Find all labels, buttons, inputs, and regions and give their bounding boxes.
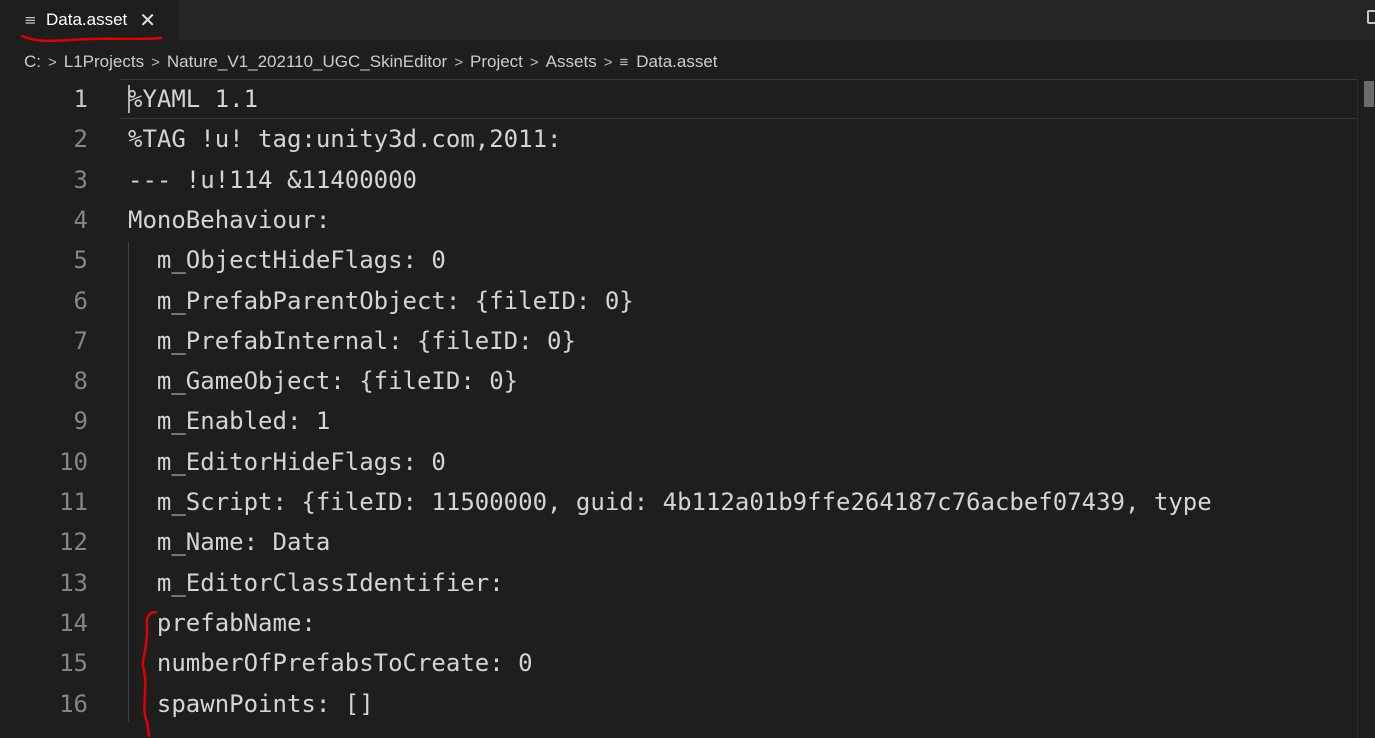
chevron-right-icon: > (529, 53, 539, 71)
lines-icon: ≡ (619, 53, 629, 71)
code-line[interactable]: 9 m_Enabled: 1 (0, 401, 1357, 441)
line-text: MonoBehaviour: (128, 205, 331, 234)
code-line[interactable]: 8 m_GameObject: {fileID: 0} (0, 361, 1357, 401)
line-text: m_EditorClassIdentifier: (128, 568, 504, 597)
line-text: numberOfPrefabsToCreate: 0 (128, 649, 533, 678)
code-line[interactable]: 1 %YAML 1.1 (0, 79, 1357, 119)
line-number: 16 (59, 689, 88, 718)
code-line[interactable]: 13 m_EditorClassIdentifier: (0, 563, 1357, 603)
line-number: 9 (73, 407, 88, 436)
chevron-right-icon: > (603, 53, 613, 71)
line-text: --- !u!114 &11400000 (128, 165, 417, 194)
line-number: 4 (73, 205, 88, 234)
line-number: 2 (73, 125, 88, 154)
line-text: prefabName: (128, 608, 316, 637)
breadcrumb-item-file[interactable]: Data.asset (636, 52, 717, 72)
line-text: m_Script: {fileID: 11500000, guid: 4b112… (128, 488, 1212, 516)
code-line[interactable]: 2 %TAG !u! tag:unity3d.com,2011: (0, 119, 1357, 159)
indent-guide (128, 242, 129, 722)
breadcrumb-item-nature[interactable]: Nature_V1_202110_UGC_SkinEditor (167, 52, 447, 72)
chevron-right-icon: > (151, 53, 160, 71)
code-line[interactable]: 10 m_EditorHideFlags: 0 (0, 442, 1357, 482)
line-number: 15 (59, 649, 88, 678)
line-text: m_Name: Data (128, 528, 331, 557)
line-text: m_PrefabInternal: {fileID: 0} (128, 326, 576, 355)
line-number: 7 (73, 326, 88, 355)
line-text: spawnPoints: [] (128, 689, 374, 718)
line-text: %YAML 1.1 (128, 85, 259, 113)
code-line[interactable]: 3 --- !u!114 &11400000 (0, 160, 1357, 200)
breadcrumb-item-assets[interactable]: Assets (546, 52, 597, 72)
chevron-right-icon: > (454, 53, 463, 71)
code-line[interactable]: 7 m_PrefabInternal: {fileID: 0} (0, 321, 1357, 361)
line-number: 5 (73, 246, 88, 275)
line-number: 10 (59, 447, 88, 476)
breadcrumb-item-l1projects[interactable]: L1Projects (64, 52, 144, 72)
code-line[interactable]: 12 m_Name: Data (0, 522, 1357, 562)
line-text: m_Enabled: 1 (128, 407, 331, 436)
close-icon[interactable]: ✕ (139, 10, 156, 30)
code-line[interactable]: 14 prefabName: (0, 603, 1357, 643)
line-number: 3 (73, 165, 88, 194)
line-number: 1 (73, 85, 88, 113)
line-number: 8 (73, 367, 88, 396)
line-text: m_EditorHideFlags: 0 (128, 447, 446, 476)
current-line-highlight (120, 79, 1357, 119)
line-text: m_ObjectHideFlags: 0 (128, 246, 446, 275)
vertical-scrollbar[interactable] (1357, 79, 1375, 738)
breadcrumb: C: > L1Projects > Nature_V1_202110_UGC_S… (0, 45, 718, 79)
code-line[interactable]: 11 m_Script: {fileID: 11500000, guid: 4b… (0, 482, 1357, 522)
code-line[interactable]: 6 m_PrefabParentObject: {fileID: 0} (0, 281, 1357, 321)
code-line[interactable]: 4 MonoBehaviour: (0, 200, 1357, 240)
code-line[interactable]: 15 numberOfPrefabsToCreate: 0 (0, 643, 1357, 683)
line-number: 6 (73, 286, 88, 315)
code-editor[interactable]: 1 %YAML 1.1 2 %TAG !u! tag:unity3d.com,2011… (0, 79, 1357, 738)
breadcrumb-item-drive[interactable]: C: (24, 52, 41, 72)
line-text: m_PrefabParentObject: {fileID: 0} (128, 286, 634, 315)
code-line[interactable]: 16 spawnPoints: [] (0, 684, 1357, 724)
split-editor-icon[interactable] (1367, 10, 1375, 24)
line-text: %TAG !u! tag:unity3d.com,2011: (128, 125, 562, 154)
code-line[interactable]: 5 m_ObjectHideFlags: 0 (0, 240, 1357, 280)
line-number: 13 (59, 568, 88, 597)
line-number: 14 (59, 608, 88, 637)
tab-label: Data.asset (46, 10, 128, 29)
tab-data-asset[interactable]: ≡ Data.asset ✕ (0, 0, 178, 40)
chevron-right-icon: > (48, 53, 57, 71)
breadcrumb-item-project[interactable]: Project (470, 52, 523, 72)
line-number: 11 (59, 488, 88, 516)
tab-bar: ≡ Data.asset ✕ (0, 0, 1375, 40)
line-text: m_GameObject: {fileID: 0} (128, 367, 519, 396)
lines-icon: ≡ (24, 10, 37, 29)
line-number: 12 (59, 528, 88, 557)
scrollbar-thumb[interactable] (1364, 81, 1374, 107)
